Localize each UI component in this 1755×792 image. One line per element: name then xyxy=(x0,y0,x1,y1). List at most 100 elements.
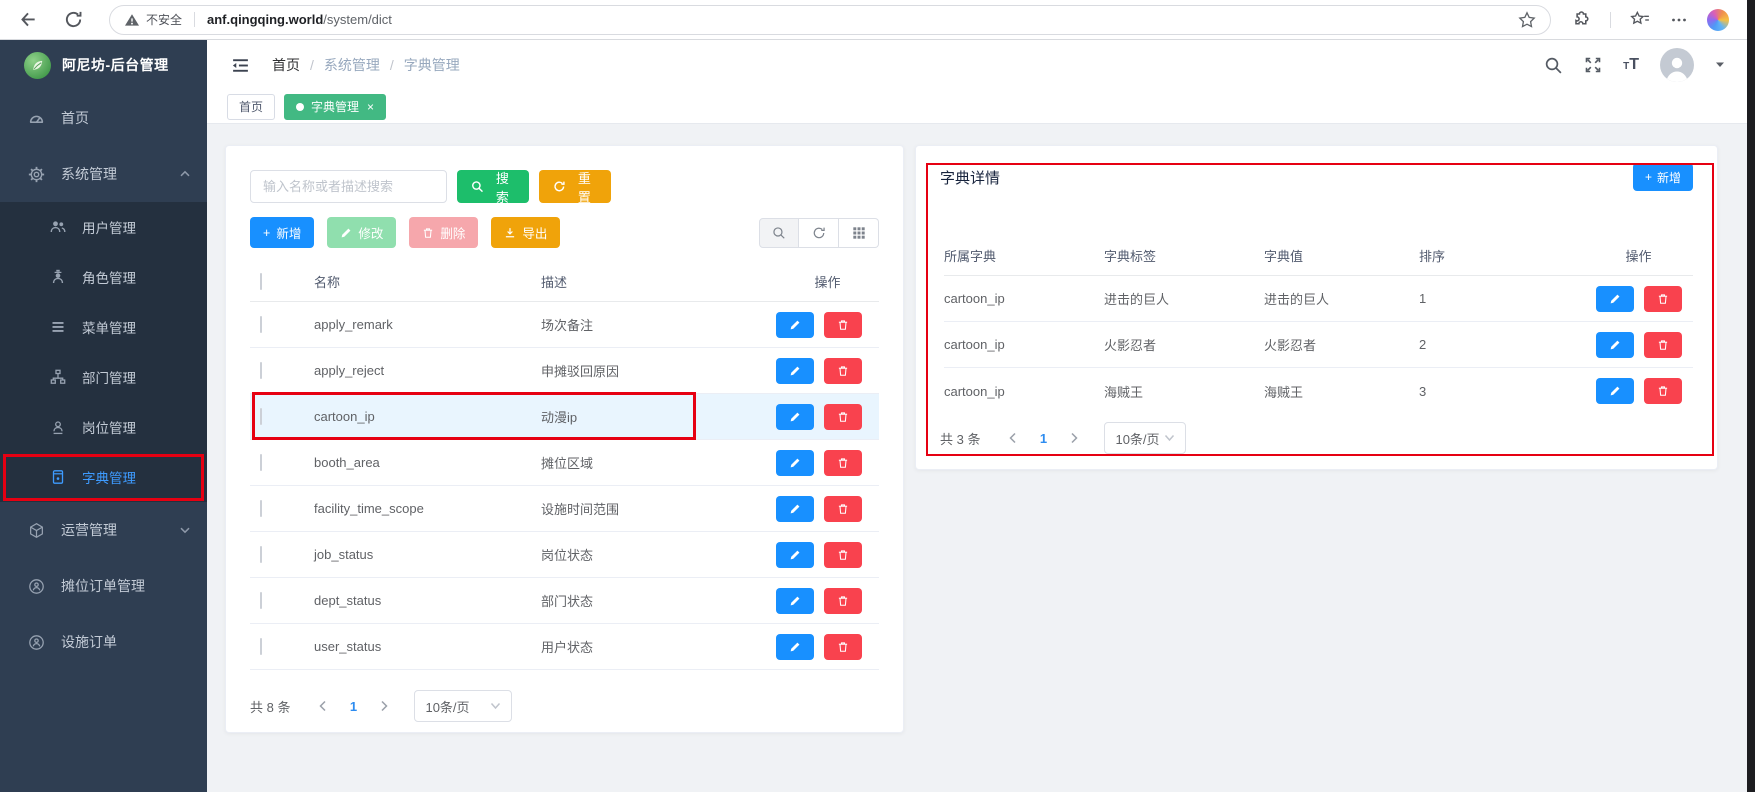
edit-button-disabled[interactable]: 修改 xyxy=(327,217,396,248)
copilot-icon[interactable] xyxy=(1707,9,1729,31)
badge-icon xyxy=(50,419,66,435)
security-label[interactable]: 不安全 xyxy=(146,11,182,28)
row-edit-button[interactable] xyxy=(1596,286,1634,312)
font-size-icon[interactable]: TT xyxy=(1623,57,1639,73)
row-checkbox[interactable] xyxy=(260,362,262,379)
toolbar-columns-icon[interactable] xyxy=(839,218,879,248)
sidebar-item-booth-orders[interactable]: 摊位订单管理 xyxy=(0,558,207,614)
next-page-icon[interactable] xyxy=(1058,432,1090,444)
table-row[interactable]: booth_area 摊位区域 xyxy=(250,440,879,486)
row-edit-button[interactable] xyxy=(776,634,814,660)
export-button[interactable]: 导出 xyxy=(491,217,560,248)
select-all-checkbox[interactable] xyxy=(260,273,262,290)
prev-page-icon[interactable] xyxy=(996,432,1028,444)
row-delete-button[interactable] xyxy=(824,634,862,660)
row-checkbox[interactable] xyxy=(260,638,262,655)
extensions-icon[interactable] xyxy=(1571,10,1591,30)
row-delete-button[interactable] xyxy=(1644,332,1682,358)
breadcrumb-system[interactable]: 系统管理 xyxy=(324,55,380,75)
page-url[interactable]: anf.qingqing.world/system/dict xyxy=(207,12,392,27)
row-delete-button[interactable] xyxy=(824,496,862,522)
avatar-caret-icon[interactable] xyxy=(1715,61,1725,69)
row-delete-button[interactable] xyxy=(824,404,862,430)
cell-sort: 2 xyxy=(1419,337,1584,352)
table-row[interactable]: job_status 岗位状态 xyxy=(250,532,879,578)
pencil-icon xyxy=(789,595,801,607)
table-row[interactable]: cartoon_ip 动漫ip xyxy=(250,394,879,440)
row-checkbox[interactable] xyxy=(260,316,262,333)
row-checkbox[interactable] xyxy=(260,546,262,563)
browser-refresh-icon[interactable] xyxy=(64,10,83,29)
avatar[interactable] xyxy=(1660,48,1694,82)
table-row[interactable]: dept_status 部门状态 xyxy=(250,578,879,624)
row-checkbox[interactable] xyxy=(260,500,262,517)
search-button[interactable]: 搜索 xyxy=(457,170,529,203)
search-input[interactable] xyxy=(250,170,447,203)
sidebar-item-home[interactable]: 首页 xyxy=(0,90,207,146)
search-icon[interactable] xyxy=(1544,56,1563,75)
collapse-sidebar-icon[interactable] xyxy=(231,56,250,75)
prev-page-icon[interactable] xyxy=(306,700,338,712)
row-delete-button[interactable] xyxy=(824,358,862,384)
row-edit-button[interactable] xyxy=(776,542,814,568)
breadcrumb-dictionary[interactable]: 字典管理 xyxy=(404,55,460,75)
toolbar-refresh-icon[interactable] xyxy=(799,218,839,248)
sidebar-item-dictionary[interactable]: 字典管理 xyxy=(0,452,207,502)
tab-dictionary[interactable]: 字典管理 × xyxy=(284,94,386,120)
sidebar-item-users[interactable]: 用户管理 xyxy=(0,202,207,252)
table-row[interactable]: apply_remark 场次备注 xyxy=(250,302,879,348)
sidebar-item-jobs[interactable]: 岗位管理 xyxy=(0,402,207,452)
add-button[interactable]: + 新增 xyxy=(250,217,314,248)
sidebar-item-departments[interactable]: 部门管理 xyxy=(0,352,207,402)
row-edit-button[interactable] xyxy=(1596,332,1634,358)
table-row[interactable]: cartoon_ip 进击的巨人 进击的巨人 1 xyxy=(944,276,1693,322)
row-delete-button[interactable] xyxy=(824,542,862,568)
detail-add-button[interactable]: + 新增 xyxy=(1633,163,1693,191)
sidebar-item-roles[interactable]: 角色管理 xyxy=(0,252,207,302)
row-edit-button[interactable] xyxy=(776,404,814,430)
detail-table: 所属字典 字典标签 字典值 排序 操作 cartoon_ip 进击的巨人 进击的… xyxy=(940,236,1693,414)
sidebar-item-menus[interactable]: 菜单管理 xyxy=(0,302,207,352)
close-tab-icon[interactable]: × xyxy=(367,101,374,113)
row-edit-button[interactable] xyxy=(776,496,814,522)
plus-icon: + xyxy=(263,226,270,240)
toolbar-search-icon[interactable] xyxy=(759,218,799,248)
row-checkbox[interactable] xyxy=(260,592,262,609)
table-row[interactable]: user_status 用户状态 xyxy=(250,624,879,670)
row-checkbox[interactable] xyxy=(260,454,262,471)
row-edit-button[interactable] xyxy=(776,588,814,614)
row-delete-button[interactable] xyxy=(1644,286,1682,312)
breadcrumb-home[interactable]: 首页 xyxy=(272,55,300,75)
row-edit-button[interactable] xyxy=(776,450,814,476)
tab-home[interactable]: 首页 xyxy=(227,94,275,120)
browser-back-icon[interactable] xyxy=(18,10,38,30)
fullscreen-icon[interactable] xyxy=(1584,56,1602,74)
address-bar[interactable]: 不安全 anf.qingqing.world/system/dict xyxy=(109,5,1551,35)
bookmark-star-icon[interactable] xyxy=(1518,11,1536,29)
current-page[interactable]: 1 xyxy=(1028,431,1058,446)
sidebar-item-system[interactable]: 系统管理 xyxy=(0,146,207,202)
favorites-hub-icon[interactable] xyxy=(1630,10,1651,30)
current-page[interactable]: 1 xyxy=(338,699,368,714)
row-checkbox[interactable] xyxy=(260,408,262,425)
sidebar-item-facility-orders[interactable]: 设施订单 xyxy=(0,614,207,670)
row-edit-button[interactable] xyxy=(776,312,814,338)
row-delete-button[interactable] xyxy=(1644,378,1682,404)
next-page-icon[interactable] xyxy=(368,700,400,712)
row-edit-button[interactable] xyxy=(776,358,814,384)
topbar: 首页 / 系统管理 / 字典管理 TT xyxy=(207,40,1755,90)
reset-button[interactable]: 重置 xyxy=(539,170,611,203)
sidebar-item-operations[interactable]: 运营管理 xyxy=(0,502,207,558)
table-row[interactable]: cartoon_ip 海贼王 海贼王 3 xyxy=(944,368,1693,414)
page-size-select[interactable]: 10条/页 xyxy=(414,690,512,722)
page-size-select[interactable]: 10条/页 xyxy=(1104,422,1186,454)
row-delete-button[interactable] xyxy=(824,312,862,338)
row-delete-button[interactable] xyxy=(824,450,862,476)
table-row[interactable]: apply_reject 申摊驳回原因 xyxy=(250,348,879,394)
delete-button-disabled[interactable]: 删除 xyxy=(409,217,478,248)
browser-menu-icon[interactable] xyxy=(1670,11,1688,29)
row-delete-button[interactable] xyxy=(824,588,862,614)
row-edit-button[interactable] xyxy=(1596,378,1634,404)
table-row[interactable]: cartoon_ip 火影忍者 火影忍者 2 xyxy=(944,322,1693,368)
table-row[interactable]: facility_time_scope 设施时间范围 xyxy=(250,486,879,532)
